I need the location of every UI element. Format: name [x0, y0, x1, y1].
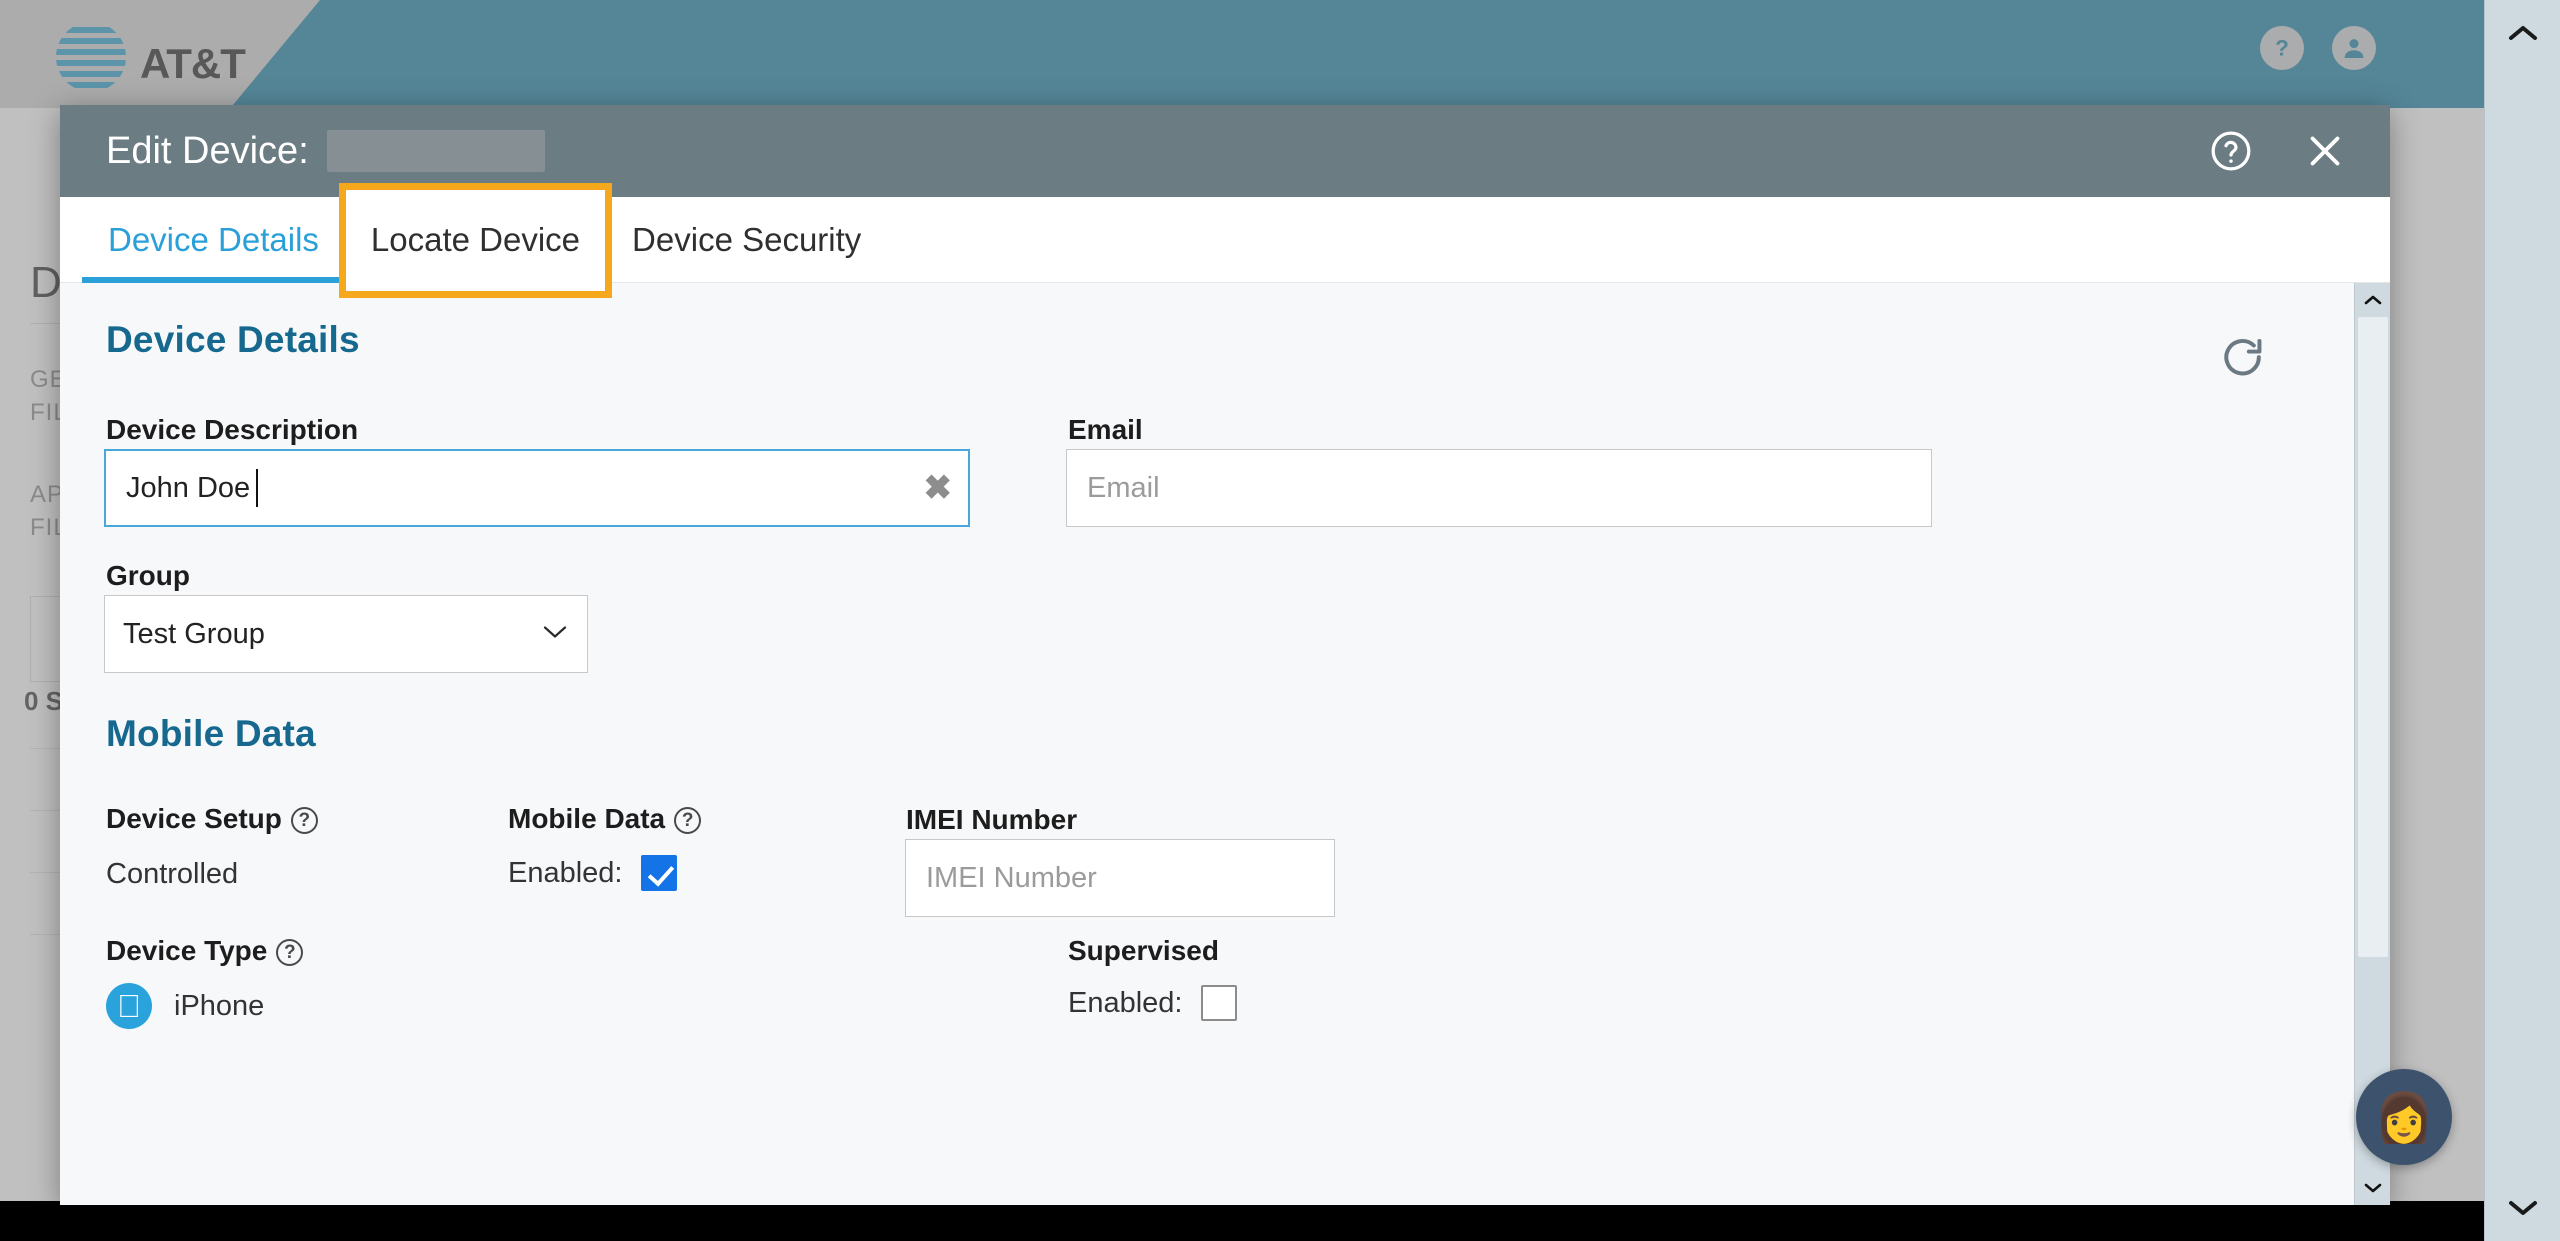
browser-scrollbar[interactable]: [2484, 0, 2560, 1241]
label-device-description: Device Description: [106, 414, 359, 445]
help-circle-icon[interactable]: ?: [674, 807, 702, 834]
tab-locate-device[interactable]: Locate Device: [338, 183, 613, 298]
edit-device-modal: Edit Device: Device Details Locate Devic…: [60, 105, 2390, 1205]
mobile-data-enabled-row: Enabled:: [508, 855, 677, 891]
label-supervised-enabled: Enabled:: [1068, 986, 1183, 1019]
label-device-setup-wrap: Device Setup?: [106, 803, 318, 835]
modal-body-content: Device Details Device Description ✖ Emai…: [60, 283, 2354, 1205]
scroll-down-icon[interactable]: [2355, 1171, 2390, 1205]
supervised-checkbox[interactable]: [1200, 985, 1237, 1021]
device-description-field-wrap: ✖: [104, 449, 970, 527]
label-device-type: Device Type: [106, 935, 268, 966]
modal-titlebar: Edit Device:: [60, 105, 2390, 197]
chat-avatar-icon[interactable]: 👩: [2356, 1069, 2452, 1165]
value-device-type: iPhone: [174, 989, 265, 1022]
email-field-wrap: [1066, 449, 1932, 527]
chat-avatar-glyph: 👩: [2374, 1091, 2434, 1145]
imei-input[interactable]: [905, 839, 1335, 917]
tab-device-security[interactable]: Device Security: [606, 197, 887, 282]
modal-titlebar-actions: [2208, 105, 2348, 197]
group-select-wrap: Test Group: [104, 595, 588, 673]
group-select[interactable]: Test Group: [104, 595, 588, 673]
label-group: Group: [106, 560, 190, 591]
label-email: Email: [1068, 414, 1143, 445]
modal-body: Device Details Device Description ✖ Emai…: [60, 283, 2390, 1205]
label-device-setup: Device Setup: [106, 803, 282, 834]
tab-label: Locate Device: [370, 220, 581, 258]
section-title-mobile-data: Mobile Data: [106, 713, 316, 754]
text-caret: [256, 469, 258, 507]
close-icon[interactable]: [2302, 128, 2348, 174]
modal-tabs: Device Details Locate Device Device Secu…: [60, 183, 2390, 298]
label-supervised: Supervised: [1068, 935, 1219, 966]
supervised-enabled-row: Enabled:: [1068, 985, 1237, 1021]
scroll-up-icon[interactable]: [2485, 0, 2560, 66]
scroll-down-icon[interactable]: [2485, 1175, 2560, 1241]
refresh-icon[interactable]: [2218, 333, 2268, 388]
modal-title: Edit Device:: [106, 129, 309, 172]
label-mobile-data-enabled: Enabled:: [508, 856, 623, 889]
value-device-setup: Controlled: [106, 858, 239, 890]
imei-field-wrap: [905, 839, 1335, 917]
clear-x-icon[interactable]: ✖: [924, 471, 953, 505]
device-description-input[interactable]: [104, 449, 970, 527]
tab-label: Device Details: [108, 220, 319, 258]
label-device-type-wrap: Device Type?: [106, 935, 304, 967]
device-type-value-row:  iPhone: [106, 983, 264, 1029]
tab-device-details[interactable]: Device Details: [82, 197, 345, 283]
label-mobile-data: Mobile Data: [508, 803, 666, 834]
label-imei-number: IMEI Number: [906, 804, 1078, 835]
apple-icon: : [106, 983, 152, 1029]
mobile-data-checkbox[interactable]: [640, 855, 677, 891]
label-mobile-data-wrap: Mobile Data?: [508, 803, 702, 835]
help-circle-icon[interactable]: ?: [290, 807, 318, 834]
help-circle-icon[interactable]: [2208, 128, 2254, 174]
scroll-up-icon[interactable]: [2355, 283, 2390, 317]
viewport-bottom-strip: [0, 1201, 2484, 1241]
email-input[interactable]: [1066, 449, 1932, 527]
device-name-redacted: [326, 130, 545, 172]
modal-scrollbar-thumb[interactable]: [2358, 317, 2388, 957]
modal-scrollbar[interactable]: [2354, 283, 2390, 1205]
tab-label: Device Security: [632, 220, 862, 258]
section-title-device-details: Device Details: [106, 319, 360, 360]
help-circle-icon[interactable]: ?: [276, 939, 304, 966]
screenshot-root: AT&T ? D GE FIL AP: [0, 0, 2560, 1241]
